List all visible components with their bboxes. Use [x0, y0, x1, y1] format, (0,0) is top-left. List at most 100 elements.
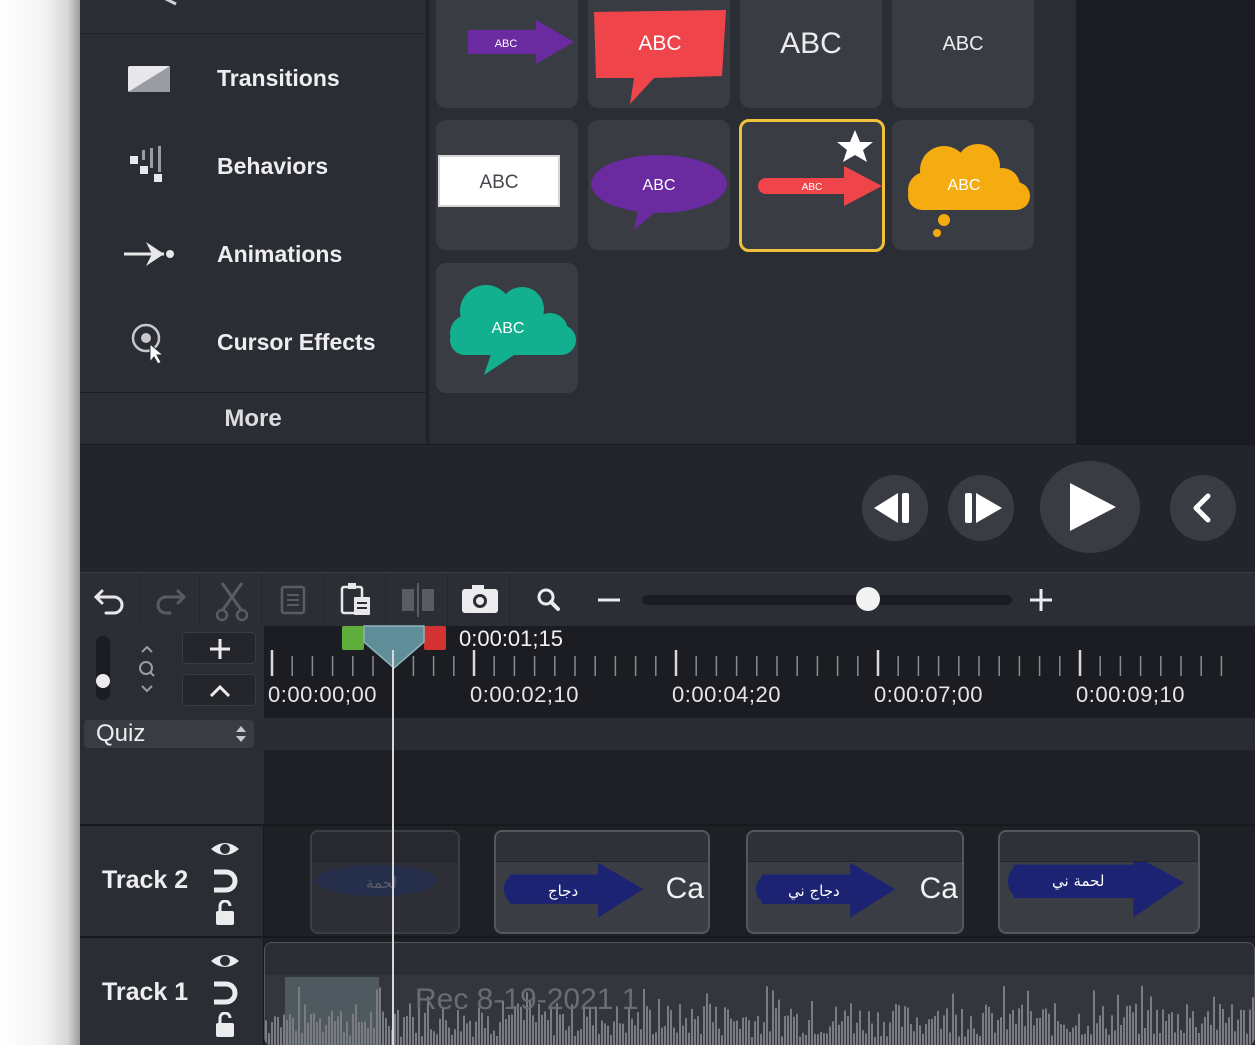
waveform-bar [1201, 1023, 1203, 1045]
waveform-bar [1060, 1024, 1062, 1045]
waveform-bar [850, 1003, 852, 1045]
zoom-fit-button[interactable] [520, 573, 580, 627]
zoom-slider[interactable] [642, 595, 1012, 605]
timeline-ruler[interactable]: 0:00:01;15 0:00:00;00 0:00:02;10 0:00:04… [264, 624, 1255, 718]
waveform-bar [748, 1020, 750, 1045]
zoom-in-icon[interactable] [1028, 587, 1054, 613]
tile-label: ABC [802, 182, 823, 193]
waveform-bar [331, 1010, 333, 1045]
waveform-bar [1030, 1011, 1032, 1045]
waveform-bar [475, 1021, 477, 1045]
annotation-tile-yellow-thought[interactable]: ABC [892, 120, 1034, 250]
track-height-slider[interactable] [96, 636, 110, 700]
waveform-bar [859, 1010, 861, 1045]
waveform-bar [421, 1036, 423, 1045]
copy-button[interactable] [264, 573, 324, 627]
annotation-tile-red-arrow[interactable]: ABC [739, 119, 885, 252]
waveform-bar [1099, 1015, 1101, 1045]
behaviors-icon [130, 146, 162, 182]
waveform-bar [1102, 1006, 1104, 1045]
annotation-tile-red-callout[interactable]: ABC [588, 0, 730, 108]
search-icon [537, 588, 560, 611]
waveform-bar [1021, 1004, 1023, 1045]
annotation-tile-text-large[interactable]: ABC [740, 0, 882, 108]
waveform-bar [832, 1021, 834, 1045]
step-forward-button[interactable] [948, 475, 1014, 541]
waveform-bar [490, 1034, 492, 1045]
track-height-thumb[interactable] [96, 674, 110, 688]
collapse-button[interactable] [1170, 475, 1236, 541]
eye-icon[interactable] [208, 836, 242, 862]
waveform-bar [664, 1026, 666, 1045]
split-button[interactable] [388, 573, 448, 627]
waveform-bar [745, 1017, 747, 1045]
waveform-bar [1039, 1017, 1041, 1045]
waveform-bar [1246, 1033, 1248, 1045]
step-back-icon [874, 493, 909, 523]
play-button[interactable] [1040, 461, 1140, 553]
waveform-bar [382, 1011, 384, 1045]
annotation-tile-purple-arrow[interactable]: ABC [436, 0, 578, 108]
waveform-bar [433, 1031, 435, 1045]
annotation-tile-text-small[interactable]: ABC [892, 0, 1034, 108]
sidebar-item-animations[interactable]: Animations [80, 210, 426, 298]
sidebar-item-behaviors[interactable]: Behaviors [80, 122, 426, 210]
zoom-slider-thumb[interactable] [856, 587, 880, 611]
collapse-tracks-button[interactable] [182, 674, 256, 706]
snapshot-button[interactable] [450, 573, 510, 627]
waveform-bar [265, 1020, 267, 1045]
playhead-handle[interactable] [360, 624, 428, 670]
callout-clip[interactable]: دجاج ني Ca [746, 830, 964, 934]
waveform-bar [577, 1030, 579, 1045]
quiz-select[interactable]: Quiz [84, 720, 254, 748]
waveform-bar [463, 1015, 465, 1045]
updown-arrows-icon [236, 726, 246, 742]
clipboard-icon [340, 583, 370, 615]
magnet-icon[interactable] [208, 980, 242, 1006]
split-icon [402, 583, 434, 617]
waveform-bar [775, 1008, 777, 1045]
camera-icon [462, 585, 498, 613]
sidebar-item-transitions[interactable]: Transitions [80, 34, 426, 122]
waveform-bar [1075, 1025, 1077, 1045]
undo-button[interactable] [80, 573, 140, 627]
eye-icon[interactable] [208, 948, 242, 974]
lock-icon[interactable] [208, 900, 242, 926]
waveform-bar [1096, 1023, 1098, 1045]
waveform-bar [1237, 1019, 1239, 1045]
waveform-bar [781, 1036, 783, 1045]
callout-clip[interactable]: لحمة ني [998, 830, 1200, 934]
redo-button[interactable] [140, 573, 200, 627]
callout-clip[interactable]: لحمة [310, 830, 460, 934]
waveform-bar [838, 1024, 840, 1045]
waveform-bar [835, 1006, 837, 1045]
zoom-out-icon[interactable] [596, 591, 622, 609]
media-clip[interactable]: Rec 8-19-2021 1 [264, 942, 1255, 1045]
callout-clip[interactable]: دجاج Ca [494, 830, 710, 934]
waveform-bar [1162, 1009, 1164, 1045]
waveform-bar [727, 1009, 729, 1045]
step-forward-icon [965, 493, 1002, 523]
waveform-bar [568, 1026, 570, 1045]
waveform-bar [853, 1033, 855, 1045]
sidebar-item-cursor-effects[interactable]: Cursor Effects [80, 298, 426, 386]
waveform-bar [1153, 1033, 1155, 1045]
track-header: Track 2 [80, 826, 264, 938]
cut-button[interactable] [202, 573, 262, 627]
annotation-tile-teal-cloud[interactable]: ABC [436, 263, 578, 393]
add-track-button[interactable] [182, 632, 256, 664]
lock-icon[interactable] [208, 1012, 242, 1038]
paste-button[interactable] [326, 573, 386, 627]
annotation-tile-white-box[interactable]: ABC [436, 120, 578, 250]
favorite-star-icon[interactable] [837, 130, 873, 162]
waveform-bar [1018, 1008, 1020, 1045]
more-button[interactable]: More [80, 392, 426, 444]
waveform-bar [892, 1010, 894, 1045]
step-back-button[interactable] [862, 475, 928, 541]
copy-icon [280, 585, 306, 615]
waveform-bar [412, 1017, 414, 1045]
sidebar-item-partial[interactable] [80, 0, 428, 34]
annotation-tile-purple-speech[interactable]: ABC [588, 120, 730, 250]
magnet-icon[interactable] [208, 868, 242, 894]
waveform-bar [610, 1034, 612, 1045]
